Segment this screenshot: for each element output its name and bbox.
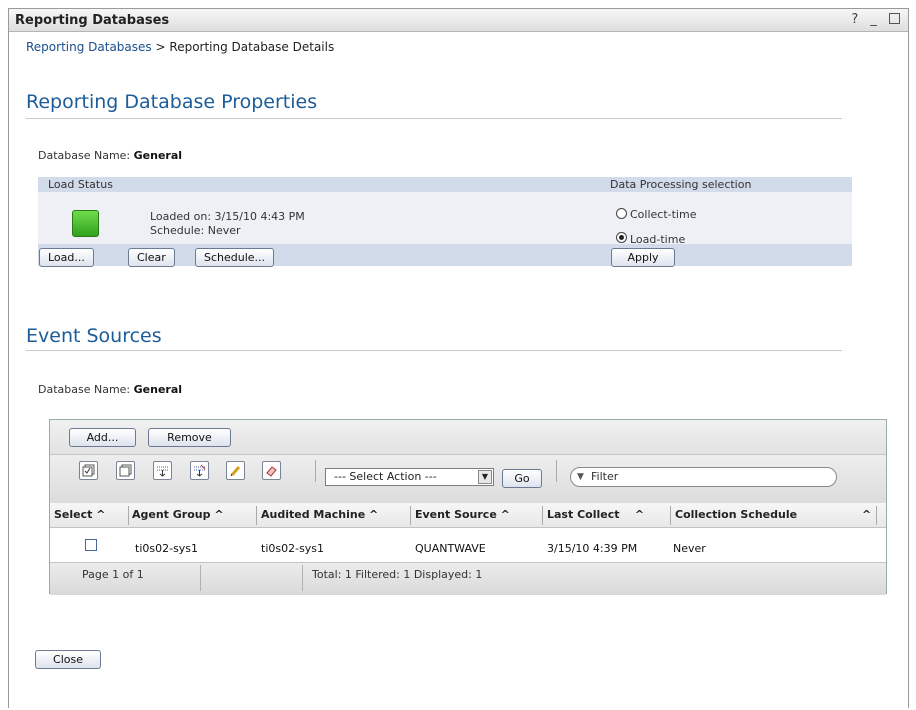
column-divider[interactable]: [410, 506, 411, 525]
properties-heading: Reporting Database Properties: [26, 91, 318, 113]
event-sources-table: Add... Remove --- Select Action --- ▼ Go…: [49, 419, 887, 595]
apply-button[interactable]: Apply: [611, 248, 675, 267]
breadcrumb-current: Reporting Database Details: [169, 40, 335, 54]
cell-event-source: QUANTWAVE: [415, 542, 486, 555]
event-sources-heading: Event Sources: [26, 325, 162, 347]
select-action-dropdown[interactable]: --- Select Action --- ▼: [325, 468, 494, 486]
add-button[interactable]: Add...: [69, 428, 136, 447]
db-name-value: General: [133, 149, 183, 162]
load-time-radio[interactable]: [616, 232, 627, 243]
event-sources-db-name: Database Name: General: [38, 383, 182, 396]
toolbar-separator: [315, 460, 316, 482]
table-row[interactable]: ti0s02-sys1 ti0s02-sys1 QUANTWAVE 3/15/1…: [50, 528, 886, 562]
table-header-row: Select ^ Agent Group ^ Audited Machine ^…: [50, 503, 886, 528]
schedule-button[interactable]: Schedule...: [195, 248, 275, 267]
column-header-select[interactable]: Select ^: [54, 508, 105, 521]
window-titlebar: Reporting Databases ? _: [9, 9, 908, 32]
load-button[interactable]: Load...: [39, 248, 94, 267]
expand-all-icon[interactable]: [153, 461, 172, 480]
column-header-last-collect[interactable]: Last Collect ^: [547, 508, 644, 521]
chevron-down-icon[interactable]: ▼: [478, 470, 492, 484]
cell-agent-group: ti0s02-sys1: [135, 542, 199, 555]
filter-placeholder: Filter: [591, 470, 619, 483]
window-title: Reporting Databases: [15, 13, 170, 28]
minimize-icon[interactable]: _: [870, 12, 881, 27]
column-divider[interactable]: [670, 506, 671, 525]
edit-pencil-icon[interactable]: [226, 461, 245, 480]
db-name-label: Database Name:: [38, 149, 131, 162]
cell-audited-machine: ti0s02-sys1: [261, 542, 325, 555]
footer-divider: [200, 565, 201, 591]
select-action-value: --- Select Action ---: [334, 470, 437, 483]
column-header-collection-schedule[interactable]: Collection Schedule: [675, 508, 797, 521]
cell-collection-schedule: Never: [673, 542, 706, 555]
remove-button[interactable]: Remove: [148, 428, 231, 447]
column-divider[interactable]: [542, 506, 543, 525]
load-status-header: Load Status: [48, 178, 113, 191]
filter-input[interactable]: ▼ Filter: [570, 467, 837, 487]
collect-time-radio[interactable]: [616, 208, 627, 219]
toolbar-separator: [556, 460, 557, 482]
window-controls: ? _: [851, 12, 900, 27]
properties-divider: [26, 118, 842, 119]
status-indicator-icon: [72, 210, 99, 237]
breadcrumb-link-reporting-databases[interactable]: Reporting Databases: [26, 40, 152, 54]
schedule-text: Schedule: Never: [150, 224, 241, 237]
collect-time-label: Collect-time: [630, 208, 697, 221]
column-header-event-source[interactable]: Event Source ^: [415, 508, 510, 521]
column-divider[interactable]: [128, 506, 129, 525]
page-indicator: Page 1 of 1: [82, 568, 144, 581]
breadcrumb: Reporting Databases > Reporting Database…: [26, 40, 334, 54]
window-frame: Reporting Databases ? _: [8, 8, 909, 708]
edit-filter-icon[interactable]: [190, 461, 209, 480]
go-button[interactable]: Go: [502, 469, 542, 488]
row-select-checkbox[interactable]: [85, 539, 97, 551]
column-header-agent-group[interactable]: Agent Group ^: [132, 508, 224, 521]
properties-db-name: Database Name: General: [38, 149, 182, 162]
db-name-label: Database Name:: [38, 383, 131, 396]
clear-button[interactable]: Clear: [128, 248, 175, 267]
eraser-icon[interactable]: [262, 461, 281, 480]
close-button[interactable]: Close: [35, 650, 101, 669]
loaded-on-text: Loaded on: 3/15/10 4:43 PM: [150, 210, 305, 223]
filter-dropdown-icon[interactable]: ▼: [577, 468, 584, 486]
event-sources-divider: [26, 350, 842, 351]
footer-divider: [302, 565, 303, 591]
breadcrumb-separator: >: [155, 40, 166, 54]
cell-last-collect: 3/15/10 4:39 PM: [547, 542, 638, 555]
maximize-icon[interactable]: [889, 13, 900, 24]
load-status-panel: Load Status Data Processing selection Lo…: [38, 177, 852, 267]
processing-header: Data Processing selection: [610, 178, 752, 191]
column-header-audited-machine[interactable]: Audited Machine ^: [261, 508, 378, 521]
deselect-all-icon[interactable]: [116, 461, 135, 480]
sort-icon[interactable]: ^: [862, 508, 871, 521]
select-all-icon[interactable]: [79, 461, 98, 480]
column-divider[interactable]: [256, 506, 257, 525]
help-icon[interactable]: ?: [851, 12, 862, 27]
db-name-value: General: [133, 383, 183, 396]
table-footer: Page 1 of 1 Total: 1 Filtered: 1 Display…: [50, 562, 886, 595]
column-divider[interactable]: [876, 506, 877, 525]
totals-text: Total: 1 Filtered: 1 Displayed: 1: [312, 568, 483, 581]
